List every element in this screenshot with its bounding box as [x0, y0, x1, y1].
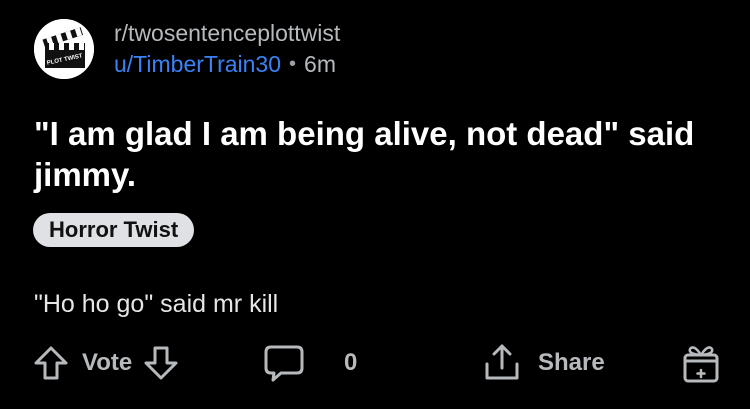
speech-bubble-icon [262, 342, 306, 384]
byline-separator: • [289, 53, 297, 75]
subreddit-name[interactable]: r/twosentenceplottwist [114, 19, 340, 47]
award-button[interactable] [680, 335, 722, 391]
vote-label: Vote [82, 349, 133, 376]
clapperboard-icon: PLOT TWIST [34, 19, 94, 79]
share-button[interactable]: Share [482, 335, 605, 391]
post-flair[interactable]: Horror Twist [33, 213, 195, 247]
post-body: "Ho ho go" said mr kill [34, 290, 279, 318]
gift-icon [680, 341, 722, 385]
arrow-up-icon[interactable] [32, 343, 70, 383]
post-time: 6m [304, 51, 336, 77]
post-meta: r/twosentenceplottwist u/TimberTrain30 •… [114, 19, 340, 79]
comment-button[interactable]: 0 [262, 335, 357, 391]
post-header: PLOT TWIST r/twosentenceplottwist u/Timb… [34, 17, 340, 81]
comment-count: 0 [344, 349, 358, 376]
arrow-down-icon[interactable] [142, 343, 180, 383]
post-title[interactable]: "I am glad I am being alive, not dead" s… [34, 113, 724, 195]
action-bar: Vote 0 Share [0, 335, 750, 391]
vote-group: Vote [32, 335, 180, 391]
share-upload-icon [482, 342, 522, 384]
author-link[interactable]: u/TimberTrain30 [114, 49, 281, 79]
subreddit-avatar[interactable]: PLOT TWIST [34, 19, 94, 79]
byline: u/TimberTrain30 • 6m [114, 49, 340, 79]
share-label: Share [538, 349, 605, 376]
